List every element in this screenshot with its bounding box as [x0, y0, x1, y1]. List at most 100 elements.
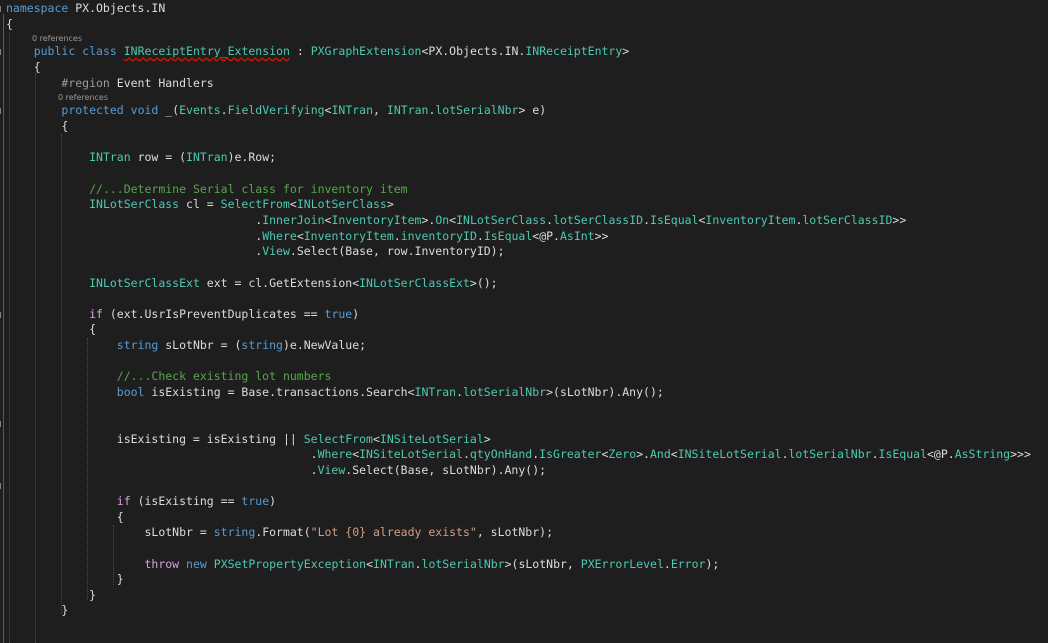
code-token: lotSerialNbr [788, 447, 872, 461]
code-token: , [373, 103, 387, 117]
code-token: < [296, 229, 304, 243]
code-token: INTran [89, 150, 131, 164]
fold-marker[interactable] [0, 49, 7, 55]
code-token: >(); [469, 276, 498, 290]
code-line[interactable]: #region Event Handlers [6, 76, 213, 91]
code-line[interactable]: INTran row = (INTran)e.Row; [6, 150, 276, 165]
code-line[interactable]: INLotSerClass cl = SelectFrom<INLotSerCl… [6, 197, 394, 212]
code-token: lotSerialNbr [435, 103, 519, 117]
code-token: } [6, 588, 97, 602]
code-token: PXSetPropertyException [213, 557, 367, 571]
code-token: { [6, 119, 69, 133]
code-token: . [6, 463, 318, 477]
code-line[interactable]: if (isExisting == true) [6, 494, 276, 509]
code-token: , sLotNbr); [476, 525, 553, 539]
code-token: <@P. [532, 229, 560, 243]
code-token: .Format( [255, 525, 311, 539]
code-token: ) [269, 494, 277, 508]
code-line[interactable]: .Where<INSiteLotSerial.qtyOnHand.IsGreat… [6, 447, 1031, 462]
code-line[interactable]: //...Check existing lot numbers [6, 369, 332, 384]
code-token: PXErrorLevel [580, 557, 664, 571]
code-line[interactable]: { [6, 322, 96, 337]
code-token: Where [317, 447, 353, 461]
code-token: #region [61, 76, 110, 90]
code-token: inventoryID [400, 229, 477, 243]
code-line[interactable]: { [6, 510, 124, 525]
code-token: IsEqual [650, 213, 699, 227]
code-line[interactable]: .InnerJoin<InventoryItem>.On<INLotSerCla… [6, 213, 906, 228]
code-token: string [116, 338, 159, 352]
code-editor[interactable]: namespace PX.Objects.IN{ public class IN… [0, 0, 1048, 643]
code-token: . [456, 385, 463, 399]
code-line[interactable]: public class INReceiptEntry_Extension : … [6, 44, 630, 59]
code-line[interactable]: } [6, 588, 96, 603]
code-token: >. [636, 447, 650, 461]
code-line[interactable]: sLotNbr = string.Format("Lot {0} already… [6, 525, 553, 540]
code-line[interactable]: protected void _(Events.FieldVerifying<I… [6, 103, 546, 118]
code-token: if [116, 494, 131, 508]
code-line[interactable]: { [6, 17, 13, 32]
codelens-references[interactable]: 0 references [58, 93, 108, 103]
code-token: { [6, 322, 97, 336]
code-line[interactable]: isExisting = isExisting || SelectFrom<IN… [6, 432, 491, 447]
code-token: INReceiptEntry_Extension [123, 44, 290, 58]
code-token: ext = cl.GetExtension< [199, 276, 360, 290]
code-line[interactable]: string sLotNbr = (string)e.NewValue; [6, 338, 366, 353]
code-line[interactable]: bool isExisting = Base.transactions.Sear… [6, 385, 664, 400]
code-token: Error [670, 557, 706, 571]
code-token: INTran [386, 103, 429, 117]
code-line[interactable]: if (ext.UsrIsPreventDuplicates == true) [6, 307, 359, 322]
code-token: < [366, 557, 374, 571]
fold-marker[interactable] [0, 421, 7, 427]
code-token: View [317, 463, 346, 477]
code-token: > e) [518, 103, 547, 117]
fold-marker[interactable] [0, 6, 7, 12]
code-token: qtyOnHand [469, 447, 533, 461]
code-token: //...Determine Serial class for inventor… [89, 182, 408, 196]
code-token: INSiteLotSerial [677, 447, 782, 461]
code-token: <@P. [927, 447, 955, 461]
code-token: string [213, 525, 256, 539]
code-token: Zero [608, 447, 637, 461]
code-token: _( [158, 103, 180, 117]
code-token: INReceiptEntry [525, 44, 623, 58]
code-line[interactable]: INLotSerClassExt ext = cl.GetExtension<I… [6, 276, 498, 291]
code-line[interactable]: { [6, 60, 41, 75]
code-token: . [414, 557, 422, 571]
code-token: IsEqual [483, 229, 533, 243]
code-token: isExisting = Base.transactions.Search< [144, 385, 415, 399]
code-line[interactable]: throw new PXSetPropertyException<INTran.… [6, 557, 719, 572]
fold-marker[interactable] [0, 483, 7, 489]
code-line[interactable]: .Where<InventoryItem.inventoryID.IsEqual… [6, 229, 608, 244]
code-line[interactable]: .View.Select(Base, sLotNbr).Any(); [6, 463, 546, 478]
code-line[interactable]: .View.Select(Base, row.InventoryID); [6, 244, 504, 259]
code-token: . [6, 229, 263, 243]
code-token: FieldVerifying [227, 103, 325, 117]
code-token: InventoryItem [705, 213, 796, 227]
fold-marker[interactable] [0, 312, 7, 318]
code-token: IsGreater [539, 447, 602, 461]
code-token: class [82, 44, 117, 58]
code-token: : [289, 44, 311, 58]
code-token: PX.Objects.IN [68, 1, 166, 15]
code-line[interactable]: //...Determine Serial class for inventor… [6, 182, 408, 197]
code-line[interactable]: { [6, 119, 68, 134]
code-line[interactable]: } [6, 572, 124, 587]
codelens-references[interactable]: 0 references [32, 34, 82, 44]
code-token: { [6, 60, 41, 74]
fold-marker[interactable] [0, 108, 7, 114]
code-line[interactable]: namespace PX.Objects.IN [6, 1, 165, 16]
code-token: . [6, 244, 263, 258]
code-token: . [462, 447, 470, 461]
code-token: public [33, 44, 76, 58]
code-line[interactable]: } [6, 603, 68, 618]
code-token: { [6, 17, 13, 31]
code-token: < [289, 197, 297, 211]
